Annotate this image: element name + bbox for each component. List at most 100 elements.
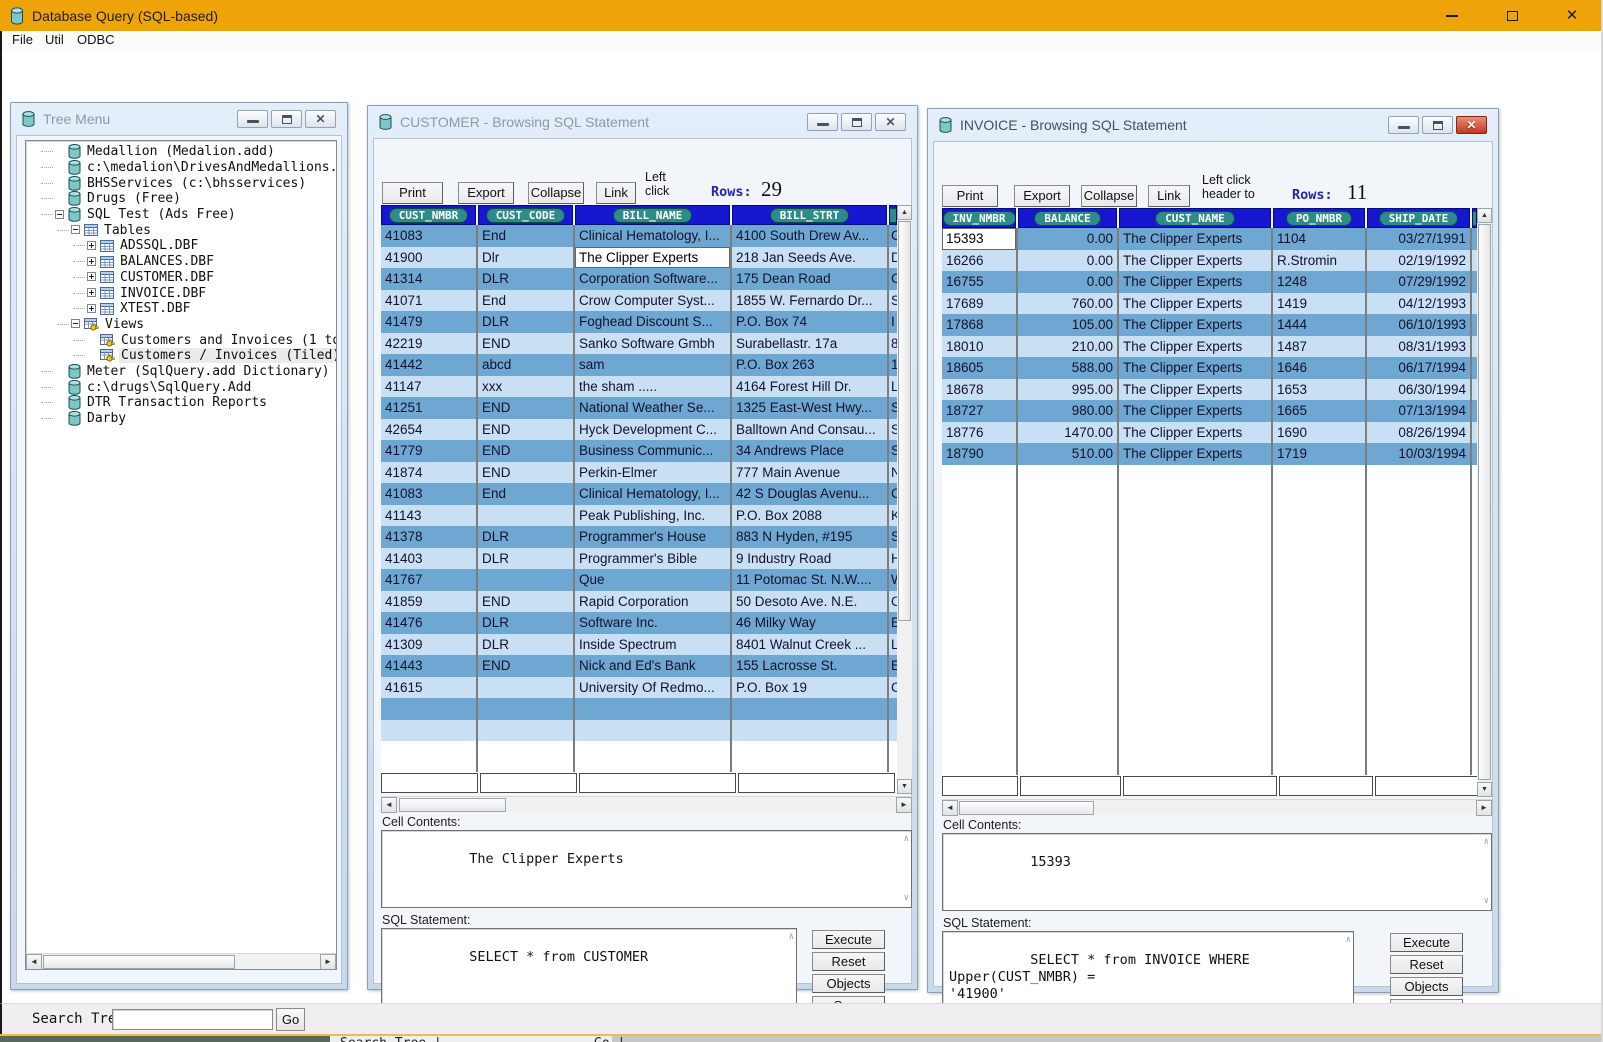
grid-cell[interactable]: 1248	[1273, 271, 1367, 293]
grid-cell[interactable]: Foghead Discount S...	[575, 311, 732, 333]
grid-cell[interactable]: END	[478, 397, 575, 419]
grid-cell[interactable]: DLR	[478, 311, 575, 333]
tree-expander-plus-icon[interactable]	[87, 288, 96, 297]
grid-cell[interactable]: 41615	[381, 677, 478, 699]
grid-cell[interactable]: 41147	[381, 376, 478, 398]
grid-cell[interactable]: 41309	[381, 634, 478, 656]
grid-cell[interactable]: 18790	[942, 443, 1018, 465]
grid-cell-partial[interactable]: 8	[889, 333, 897, 355]
grid-horizontal-scrollbar[interactable]: ◄ ►	[381, 796, 912, 812]
grid-cell-partial[interactable]: 1	[889, 354, 897, 376]
grid-cell[interactable]: 15393	[942, 228, 1018, 250]
grid-cell[interactable]: 1470.00	[1018, 422, 1119, 444]
grid-cell[interactable]: Surabellastr. 17a	[732, 333, 889, 355]
scroll-left-icon[interactable]: ◄	[381, 797, 397, 813]
grid-cell[interactable]: 41378	[381, 526, 478, 548]
grid-cell[interactable]: P.O. Box 74	[732, 311, 889, 333]
reset-button[interactable]: Reset	[812, 952, 885, 971]
grid-cell[interactable]: Clinical Hematology, I...	[575, 225, 732, 247]
grid-cell[interactable]	[575, 698, 732, 720]
menu-file[interactable]: File	[12, 32, 33, 47]
minimize-button[interactable]	[237, 110, 268, 128]
grid-cell[interactable]	[1279, 776, 1373, 796]
search-input[interactable]	[112, 1009, 273, 1030]
grid-cell[interactable]: 883 N Hyden, #195	[732, 526, 889, 548]
tree-item[interactable]: CUSTOMER.DBF	[26, 270, 336, 286]
grid-cell[interactable]: Programmer's Bible	[575, 548, 732, 570]
grid-cell[interactable]: 760.00	[1018, 293, 1119, 315]
grid-cell[interactable]: The Clipper Experts	[1119, 443, 1273, 465]
customer-window-titlebar[interactable]: CUSTOMER - Browsing SQL Statement ✕	[368, 106, 917, 138]
grid-cell[interactable]: The Clipper Experts	[1119, 357, 1273, 379]
grid-cell[interactable]: 10/03/1994	[1367, 443, 1472, 465]
grid-cell[interactable]: Clinical Hematology, I...	[575, 483, 732, 505]
grid-cell[interactable]: University Of Redmo...	[575, 677, 732, 699]
grid-cell[interactable]: 46 Milky Way	[732, 612, 889, 634]
tree-window-titlebar[interactable]: Tree Menu ✕	[11, 103, 347, 135]
restore-button[interactable]	[841, 113, 872, 131]
grid-cell[interactable]: 06/10/1993	[1367, 314, 1472, 336]
tree-item[interactable]: c:\drugs\SqlQuery.Add	[26, 379, 336, 395]
grid-cell[interactable]: Programmer's House	[575, 526, 732, 548]
minimize-button[interactable]	[1388, 116, 1419, 134]
menu-odbc[interactable]: ODBC	[77, 32, 115, 47]
collapse-button[interactable]: Collapse	[528, 182, 584, 204]
grid-cell[interactable]	[1018, 465, 1119, 775]
tree-item[interactable]: Tables	[26, 222, 336, 238]
grid-cell-partial[interactable]: H	[889, 548, 897, 570]
grid-cell[interactable]	[1020, 776, 1121, 796]
grid-cell[interactable]: Peak Publishing, Inc.	[575, 505, 732, 527]
restore-button[interactable]	[1422, 116, 1453, 134]
scrollbar-thumb[interactable]	[1478, 224, 1491, 780]
grid-cell[interactable]	[381, 741, 478, 772]
scroll-down-icon[interactable]: ∨	[1484, 897, 1489, 906]
grid-cell[interactable]: Corporation Software...	[575, 268, 732, 290]
grid-cell[interactable]: 1487	[1273, 336, 1367, 358]
grid-cell[interactable]: 588.00	[1018, 357, 1119, 379]
grid-cell[interactable]: DLR	[478, 526, 575, 548]
grid-cell[interactable]	[1367, 465, 1472, 775]
minimize-icon[interactable]	[1439, 0, 1465, 31]
grid-cell[interactable]	[478, 720, 575, 742]
column-header-balance[interactable]: BALANCE	[1018, 208, 1117, 228]
grid-cell[interactable]: 1653	[1273, 379, 1367, 401]
grid-cell-partial[interactable]: C	[889, 591, 897, 613]
grid-cell[interactable]	[381, 773, 478, 793]
grid-cell[interactable]: 34 Andrews Place	[732, 440, 889, 462]
grid-cell[interactable]	[732, 720, 889, 742]
grid-cell[interactable]: the sham .....	[575, 376, 732, 398]
grid-cell[interactable]: The Clipper Experts	[1119, 400, 1273, 422]
grid-cell[interactable]: 04/12/1993	[1367, 293, 1472, 315]
grid-cell[interactable]: The Clipper Experts	[1119, 271, 1273, 293]
grid-cell[interactable]: 50 Desoto Ave. N.E.	[732, 591, 889, 613]
grid-cell[interactable]	[381, 720, 478, 742]
tree-item[interactable]: XTEST.DBF	[26, 301, 336, 317]
grid-cell[interactable]: P.O. Box 263	[732, 354, 889, 376]
grid-cell[interactable]: 980.00	[1018, 400, 1119, 422]
grid-cell[interactable]: R.Stromin	[1273, 250, 1367, 272]
grid-cell[interactable]: 1665	[1273, 400, 1367, 422]
grid-cell[interactable]: 41874	[381, 462, 478, 484]
grid-cell-partial[interactable]	[889, 720, 897, 742]
grid-cell[interactable]	[478, 569, 575, 591]
grid-cell[interactable]: The Clipper Experts	[1119, 379, 1273, 401]
tree-expander-plus-icon[interactable]	[87, 241, 96, 250]
column-header-bill_name[interactable]: BILL_NAME	[575, 205, 730, 225]
grid-cell[interactable]: END	[478, 419, 575, 441]
grid-cell-partial[interactable]: C	[889, 268, 897, 290]
grid-cell[interactable]: 07/13/1994	[1367, 400, 1472, 422]
grid-cell[interactable]: 18776	[942, 422, 1018, 444]
scroll-left-icon[interactable]: ◄	[26, 954, 42, 970]
grid-cell[interactable]: Sanko Software Gmbh	[575, 333, 732, 355]
grid-cell[interactable]: 41251	[381, 397, 478, 419]
cell-contents-box[interactable]: 15393 ∧ ∨	[942, 833, 1492, 911]
grid-cell[interactable]: 18605	[942, 357, 1018, 379]
grid-cell[interactable]: 0.00	[1018, 228, 1119, 250]
grid-cell-partial[interactable]: K	[889, 505, 897, 527]
scroll-right-icon[interactable]: ►	[896, 797, 912, 813]
grid-cell[interactable]: P.O. Box 2088	[732, 505, 889, 527]
grid-cell-partial[interactable]: D	[889, 247, 897, 269]
grid-cell[interactable]: 42219	[381, 333, 478, 355]
grid-cell[interactable]	[732, 741, 889, 772]
grid-cell[interactable]: 8401 Walnut Creek ...	[732, 634, 889, 656]
